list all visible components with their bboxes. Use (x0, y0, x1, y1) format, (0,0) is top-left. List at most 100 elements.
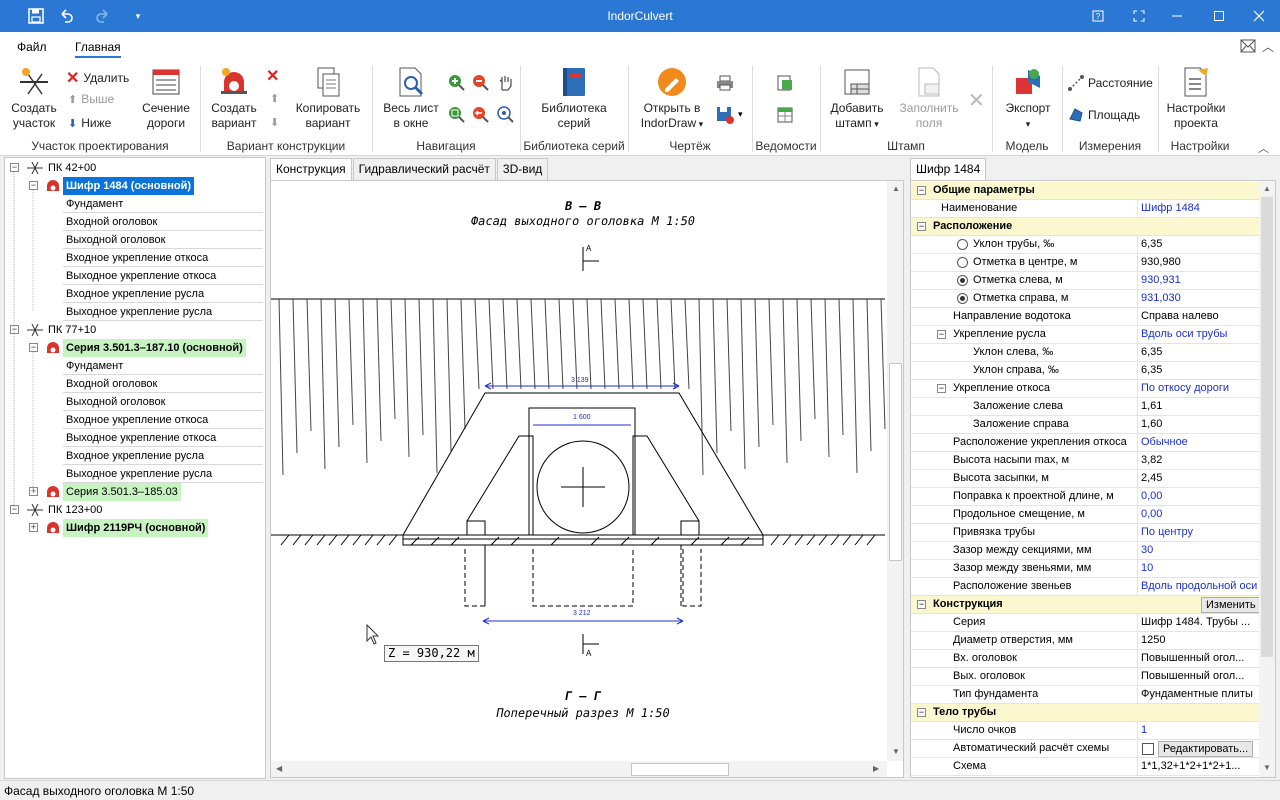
menu-home[interactable]: Главная (75, 40, 121, 58)
auto-calc-checkbox[interactable] (1142, 743, 1154, 755)
scroll-right-icon[interactable]: ▶ (873, 764, 879, 773)
scroll-left-icon[interactable]: ◀ (276, 764, 282, 773)
property-row[interactable]: Высота засыпки, м 2,45 (911, 470, 1261, 488)
property-value[interactable]: 6,35 (1137, 362, 1261, 380)
property-value[interactable]: Вдоль продольной оси (1137, 578, 1261, 596)
property-value[interactable]: 6,35 (1137, 344, 1261, 362)
tab-construction[interactable]: Конструкция (270, 158, 352, 180)
property-row[interactable]: Высота насыпи max, м 3,82 (911, 452, 1261, 470)
print-icon[interactable] (716, 74, 734, 95)
property-row[interactable]: Диаметр отверстия, мм 1250 (911, 632, 1261, 650)
project-settings-button[interactable]: Настройки проекта (1162, 66, 1230, 131)
ribbon-minimize-icon[interactable]: ︿ (1258, 140, 1269, 156)
property-row[interactable]: Заложение справа 1,60 (911, 416, 1261, 434)
property-row[interactable]: Автоматический расчёт схемы Редактировать… (911, 740, 1261, 758)
maximize-icon[interactable] (1198, 0, 1240, 32)
copy-variant-button[interactable]: Копировать вариант (290, 66, 366, 131)
property-row[interactable]: Вых. оголовок Повышенный огол... (911, 668, 1261, 686)
property-row[interactable]: Привязка трубы По центру (911, 524, 1261, 542)
property-value[interactable]: Фундаментные плиты (1137, 686, 1261, 704)
create-variant-button[interactable]: Создать вариант (206, 66, 262, 131)
property-row[interactable]: Наименование Шифр 1484 (911, 200, 1261, 218)
property-value[interactable]: По откосу дороги (1137, 380, 1261, 398)
property-category[interactable]: − Конструкция Изменить (911, 596, 1261, 614)
variant-down-button[interactable]: ⬇ (270, 116, 279, 129)
tab-3d-view[interactable]: 3D-вид (496, 158, 549, 180)
category-expander[interactable]: − (917, 600, 926, 609)
property-value[interactable]: Повышенный огол... (1137, 668, 1261, 686)
property-value[interactable]: 930,980 (1137, 254, 1261, 272)
property-value[interactable]: 1,61 (1137, 398, 1261, 416)
property-row[interactable]: − Укрепление русла Вдоль оси трубы (911, 326, 1261, 344)
quick-access-dropdown-icon[interactable]: ▾ (123, 0, 153, 32)
help-icon[interactable]: ? (1077, 0, 1119, 32)
property-row[interactable]: Расположение звеньев Вдоль продольной оси (911, 578, 1261, 596)
zoom-out-icon[interactable] (472, 74, 490, 95)
canvas-horizontal-scrollbar[interactable]: ◀ ▶ (271, 761, 887, 777)
create-site-button[interactable]: Создать участок (8, 66, 60, 131)
category-expander[interactable]: − (917, 222, 926, 231)
tab-hydraulic[interactable]: Гидравлический расчёт (352, 158, 496, 180)
statement-icon[interactable] (776, 74, 794, 95)
property-row[interactable]: Отметка слева, м 930,931 (911, 272, 1261, 290)
delete-button[interactable]: ✕ Удалить (66, 68, 129, 88)
canvas-vscroll-thumb[interactable] (889, 363, 902, 561)
property-row[interactable]: Зазор между звеньями, мм 10 (911, 560, 1261, 578)
property-value[interactable]: 10 (1137, 560, 1261, 578)
road-section-button[interactable]: Сечение дороги (138, 66, 194, 131)
property-value[interactable]: 0,00 (1137, 488, 1261, 506)
property-value[interactable]: Редактировать... (1137, 740, 1261, 758)
props-scroll-down-icon[interactable]: ▼ (1263, 763, 1271, 772)
property-value[interactable]: 2,45 (1137, 470, 1261, 488)
area-button[interactable]: Площадь (1068, 107, 1140, 123)
open-indordraw-button[interactable]: Открыть в IndorDraw ▾ (636, 66, 708, 132)
undo-icon[interactable] (51, 0, 81, 32)
fit-sheet-button[interactable]: Весь лист в окне (380, 66, 442, 131)
property-value[interactable]: 1250 (1137, 632, 1261, 650)
property-row[interactable]: Отметка в центре, м 930,980 (911, 254, 1261, 272)
property-value[interactable]: Справа налево (1137, 308, 1261, 326)
property-value[interactable]: 1*1,32+1*2+1*2+1... (1137, 758, 1261, 776)
property-row[interactable]: Серия Шифр 1484. Трубы ... (911, 614, 1261, 632)
zoom-window-icon[interactable] (448, 106, 466, 127)
fullscreen-icon[interactable] (1118, 0, 1160, 32)
property-row[interactable]: Тип фундамента Фундаментные плиты (911, 686, 1261, 704)
props-vscroll-thumb[interactable] (1261, 197, 1273, 657)
mail-icon[interactable] (1240, 39, 1256, 56)
property-category[interactable]: − Общие параметры (911, 182, 1261, 200)
variant-up-button[interactable]: ⬆ (270, 92, 279, 105)
property-value[interactable]: 0,00 (1137, 506, 1261, 524)
property-row[interactable]: − Укрепление откоса По откосу дороги (911, 380, 1261, 398)
props-scroll-up-icon[interactable]: ▲ (1263, 184, 1271, 193)
property-row[interactable]: Схема 1*1,32+1*2+1*2+1... (911, 758, 1261, 776)
canvas-hscroll-thumb[interactable] (631, 763, 729, 776)
property-row[interactable]: Уклон трубы, ‰ 6,35 (911, 236, 1261, 254)
property-row[interactable]: Заложение слева 1,61 (911, 398, 1261, 416)
property-value[interactable]: 931,030 (1137, 290, 1261, 308)
statement-excel-icon[interactable] (776, 106, 794, 127)
property-value[interactable]: Обычное (1137, 434, 1261, 452)
property-category[interactable]: − Расположение (911, 218, 1261, 236)
property-value[interactable]: Шифр 1484. Трубы ... (1137, 614, 1261, 632)
property-row[interactable]: Зазор между секциями, мм 30 (911, 542, 1261, 560)
category-expander[interactable]: − (917, 708, 926, 717)
minimize-icon[interactable] (1156, 0, 1198, 32)
ribbon-collapse-icon[interactable]: ︿ (1262, 38, 1274, 55)
property-row[interactable]: Уклон слева, ‰ 6,35 (911, 344, 1261, 362)
pan-hand-icon[interactable] (497, 74, 515, 95)
fill-fields-button[interactable]: Заполнить поля (894, 66, 964, 131)
property-row[interactable]: Поправка к проектной длине, м 0,00 (911, 488, 1261, 506)
property-value[interactable]: 1 (1137, 722, 1261, 740)
property-value[interactable]: 3,82 (1137, 452, 1261, 470)
property-value[interactable]: 1,60 (1137, 416, 1261, 434)
property-row[interactable]: Число очков 1 (911, 722, 1261, 740)
subgroup-expander[interactable]: − (937, 330, 946, 339)
radio-button[interactable] (957, 239, 968, 250)
delete-variant-button[interactable]: ✕ (266, 66, 279, 86)
property-row[interactable]: Расположение укрепления откоса Обычное (911, 434, 1261, 452)
property-row[interactable]: Вх. оголовок Повышенный огол... (911, 650, 1261, 668)
property-value[interactable]: По центру (1137, 524, 1261, 542)
close-icon[interactable] (1238, 0, 1280, 32)
change-construction-button[interactable]: Изменить (1201, 597, 1261, 613)
radio-button[interactable] (957, 257, 968, 268)
